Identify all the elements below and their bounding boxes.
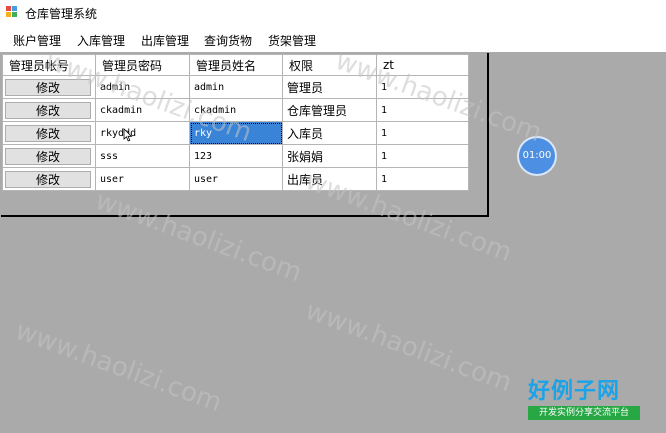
table-row: 修改 rkyddd rky 入库员 1 (2, 121, 469, 145)
header-password[interactable]: 管理员密码 (95, 54, 190, 76)
window-title: 仓库管理系统 (25, 7, 98, 21)
menu-shelf[interactable]: 货架管理 (268, 32, 316, 49)
mouse-cursor-icon (123, 128, 133, 142)
menu-query-goods[interactable]: 查询货物 (204, 32, 252, 49)
admin-grid: 管理员帐号 管理员密码 管理员姓名 权限 zt 修改 admin admin 管… (2, 54, 469, 191)
site-logo: 好例子网 开发实例分享交流平台 (528, 380, 640, 420)
cell-account[interactable]: user (95, 167, 190, 191)
grid-header-row: 管理员帐号 管理员密码 管理员姓名 权限 zt (2, 54, 469, 76)
cell-role[interactable]: 张娟娟 (282, 144, 377, 168)
logo-title: 好例子网 (528, 379, 621, 404)
edit-cell: 修改 (2, 167, 96, 191)
admin-grid-panel: 管理员帐号 管理员密码 管理员姓名 权限 zt 修改 admin admin 管… (1, 53, 489, 217)
cell-zt[interactable]: 1 (376, 144, 469, 168)
cell-role[interactable]: 出库员 (282, 167, 377, 191)
mdi-workspace: 管理员帐号 管理员密码 管理员姓名 权限 zt 修改 admin admin 管… (0, 46, 666, 433)
timer-badge[interactable]: 01:00 (519, 138, 555, 174)
header-zt[interactable]: zt (376, 54, 469, 76)
table-row: 修改 sss 123 张娟娟 1 (2, 144, 469, 168)
menu-bar: 账户管理 入库管理 出库管理 查询货物 货架管理 (0, 26, 666, 52)
cell-zt[interactable]: 1 (376, 121, 469, 145)
cell-name-selected[interactable]: rky (189, 121, 283, 145)
cell-name[interactable]: user (189, 167, 283, 191)
cell-account[interactable]: admin (95, 75, 190, 99)
title-bar: 仓库管理系统 (0, 0, 666, 26)
cell-account[interactable]: sss (95, 144, 190, 168)
cell-zt[interactable]: 1 (376, 75, 469, 99)
edit-cell: 修改 (2, 98, 96, 122)
app-icon (6, 6, 18, 18)
header-account[interactable]: 管理员帐号 (2, 54, 96, 76)
cell-account[interactable]: rkyddd (95, 121, 190, 145)
edit-button[interactable]: 修改 (5, 170, 91, 188)
cell-zt[interactable]: 1 (376, 98, 469, 122)
cell-role[interactable]: 管理员 (282, 75, 377, 99)
menu-inbound[interactable]: 入库管理 (77, 32, 125, 49)
edit-cell: 修改 (2, 121, 96, 145)
watermark-text: www.haolizi.com (301, 295, 516, 399)
cell-name[interactable]: ckadmin (189, 98, 283, 122)
edit-button[interactable]: 修改 (5, 147, 91, 165)
edit-button[interactable]: 修改 (5, 124, 91, 142)
cell-role[interactable]: 入库员 (282, 121, 377, 145)
cell-role[interactable]: 仓库管理员 (282, 98, 377, 122)
cell-account[interactable]: ckadmin (95, 98, 190, 122)
cell-name[interactable]: admin (189, 75, 283, 99)
logo-subtitle: 开发实例分享交流平台 (528, 406, 640, 420)
edit-button[interactable]: 修改 (5, 101, 91, 119)
header-role[interactable]: 权限 (282, 54, 377, 76)
edit-cell: 修改 (2, 75, 96, 99)
watermark-text: www.haolizi.com (11, 315, 226, 419)
header-name[interactable]: 管理员姓名 (189, 54, 283, 76)
cell-zt[interactable]: 1 (376, 167, 469, 191)
menu-outbound[interactable]: 出库管理 (141, 32, 189, 49)
table-row: 修改 ckadmin ckadmin 仓库管理员 1 (2, 98, 469, 122)
table-row: 修改 admin admin 管理员 1 (2, 75, 469, 99)
menu-account[interactable]: 账户管理 (13, 32, 61, 49)
edit-cell: 修改 (2, 144, 96, 168)
cell-name[interactable]: 123 (189, 144, 283, 168)
table-row: 修改 user user 出库员 1 (2, 167, 469, 191)
edit-button[interactable]: 修改 (5, 78, 91, 96)
